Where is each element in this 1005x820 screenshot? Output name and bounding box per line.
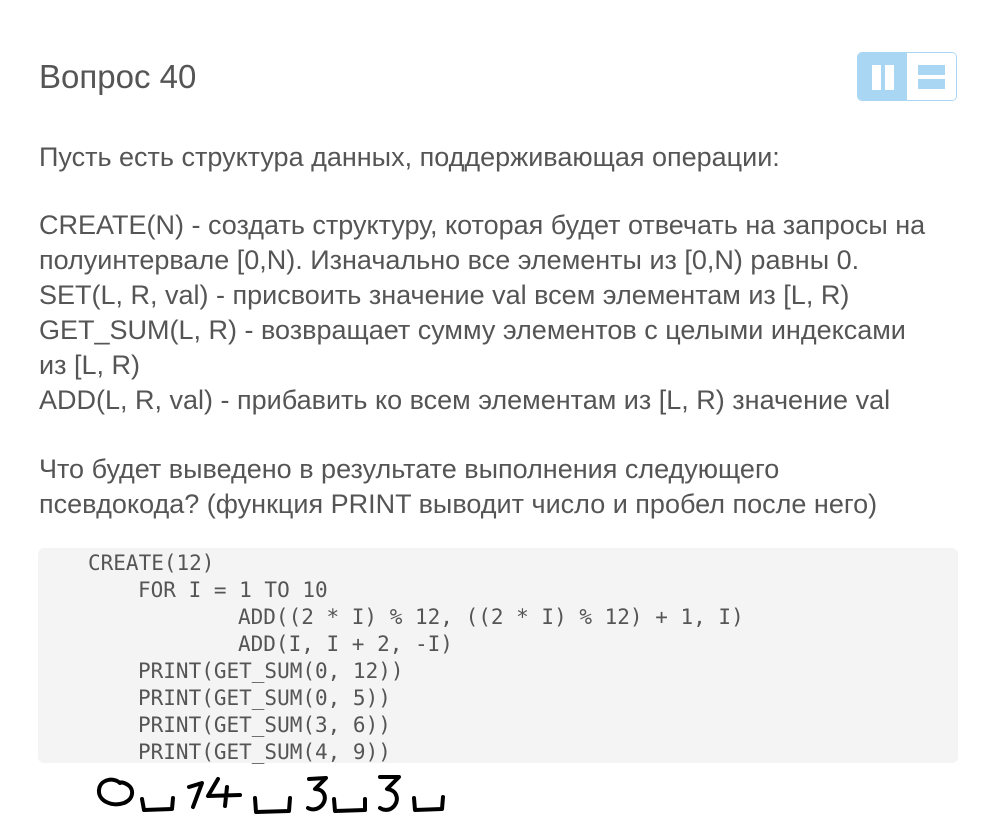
code-line: ADD((2 * I) % 12, ((2 * I) % 12) + 1, I) xyxy=(238,605,744,629)
handwritten-space-mark xyxy=(412,795,445,812)
code-line: CREATE(12) xyxy=(88,551,215,575)
code-line: FOR I = 1 TO 10 xyxy=(138,578,328,602)
code-line: PRINT(GET_SUM(0, 12)) xyxy=(138,659,404,683)
code-line: PRINT(GET_SUM(0, 5)) xyxy=(138,686,391,710)
handwritten-digit-3 xyxy=(378,775,401,812)
op-add-line: ADD(L, R, val) - прибавить ко всем элеме… xyxy=(39,385,891,415)
handwritten-digit-4 xyxy=(206,777,242,808)
operations-description: CREATE(N) - создать структуру, которая б… xyxy=(39,208,969,418)
two-row-layout-button[interactable] xyxy=(907,53,956,100)
op-set-line: SET(L, R, val) - присвоить значение val … xyxy=(39,280,850,310)
pseudocode-block: CREATE(12) FOR I = 1 TO 10 ADD((2 * I) %… xyxy=(38,548,958,764)
intro-text: Пусть есть структура данных, поддерживаю… xyxy=(39,142,780,172)
intro-paragraph: Пусть есть структура данных, поддерживаю… xyxy=(39,140,969,175)
code-line: ADD(I, I + 2, -I) xyxy=(238,632,453,656)
code-line: PRINT(GET_SUM(4, 9)) xyxy=(138,740,391,764)
handwritten-digit-0 xyxy=(97,777,135,807)
layout-toggle xyxy=(857,52,957,101)
op-create-line-2: полуинтервале [0,N). Изначально все элем… xyxy=(39,245,860,275)
handwritten-space-mark xyxy=(332,797,367,813)
op-get-sum-line-2: из [L, R) xyxy=(39,350,140,380)
question-page: Вопрос 40 Пусть есть структура данных, п… xyxy=(0,0,1005,820)
handwritten-digit-1 xyxy=(187,781,204,809)
question-prompt: Что будет выведено в результате выполнен… xyxy=(39,452,969,522)
handwritten-space-mark xyxy=(140,796,175,812)
two-column-layout-button[interactable] xyxy=(858,53,907,100)
question-title: Вопрос 40 xyxy=(39,58,197,95)
question-line-1: Что будет выведено в результате выполнен… xyxy=(39,454,780,484)
handwritten-answer xyxy=(97,775,445,814)
question-line-2: псевдокода? (функция PRINT выводит число… xyxy=(39,489,878,519)
code-line: PRINT(GET_SUM(3, 6)) xyxy=(138,713,391,737)
handwritten-space-mark xyxy=(253,796,292,814)
op-get-sum-line-1: GET_SUM(L, R) - возвращает сумму элемент… xyxy=(39,315,906,345)
handwritten-digit-3 xyxy=(306,776,328,812)
op-create-line-1: CREATE(N) - создать структуру, которая б… xyxy=(39,210,926,240)
